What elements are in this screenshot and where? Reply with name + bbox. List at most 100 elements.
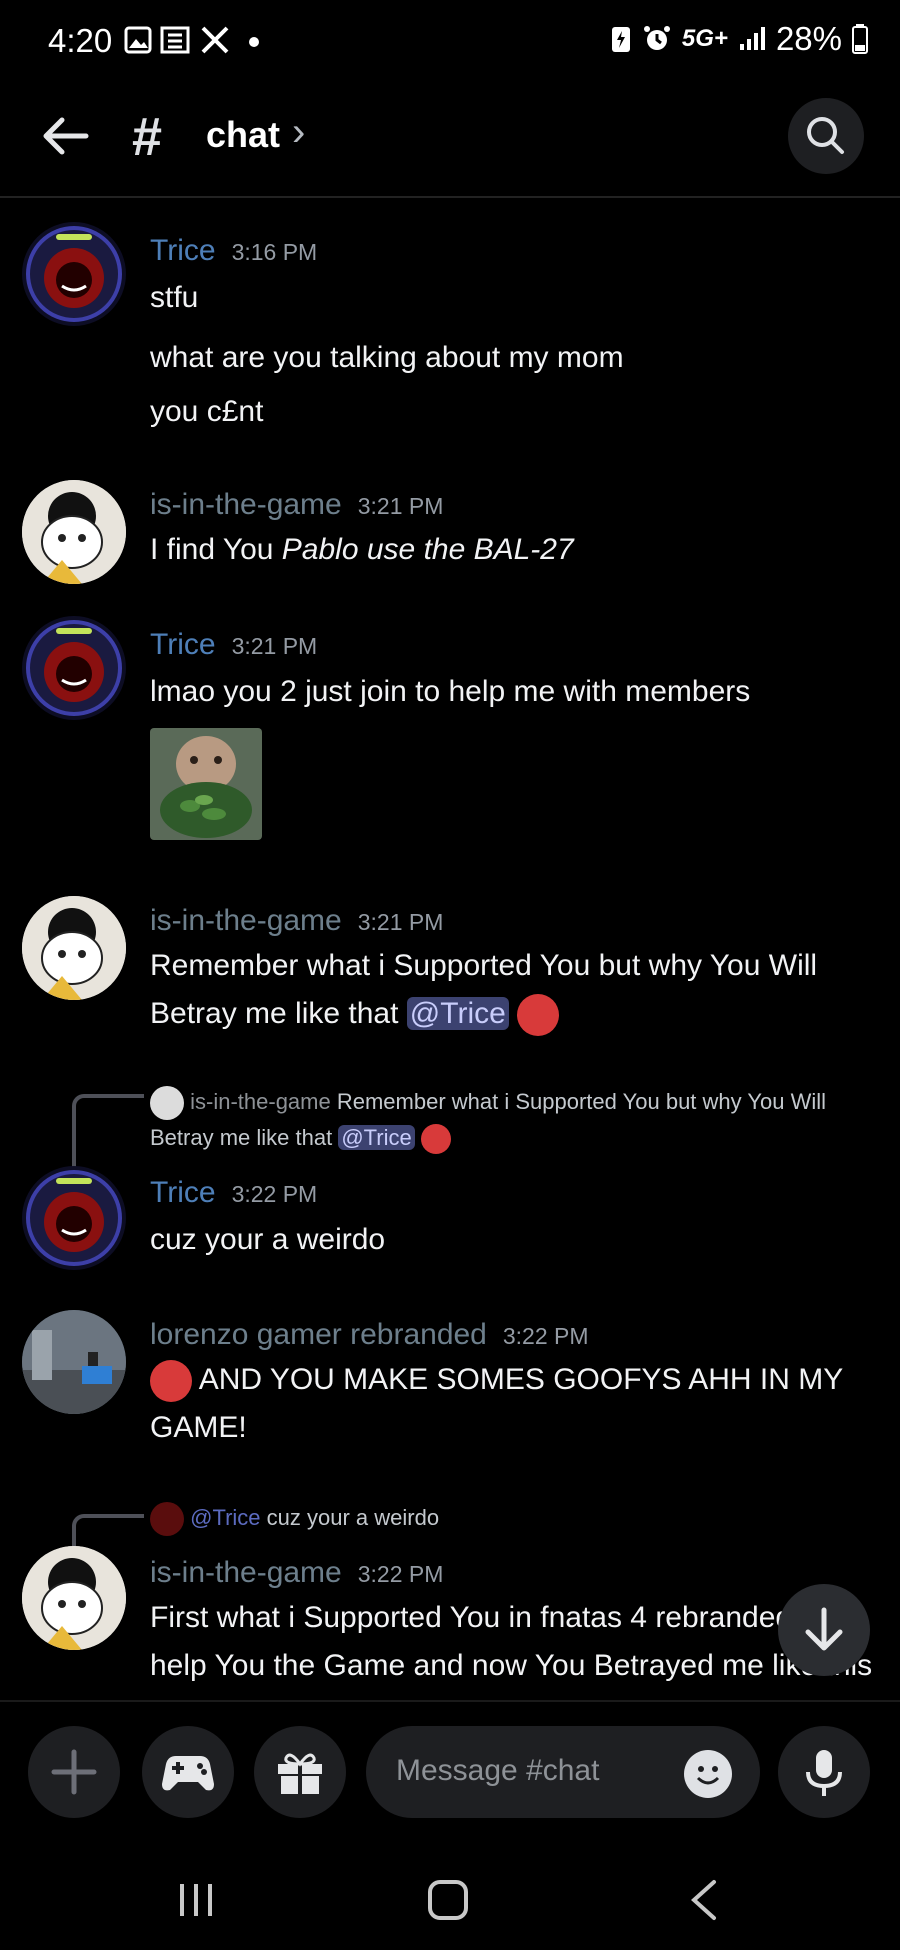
- user-mention[interactable]: @Trice: [406, 997, 509, 1030]
- reply-avatar: [150, 1502, 184, 1537]
- author-name[interactable]: lorenzo gamer rebranded: [150, 1318, 487, 1351]
- emoji-smile-icon: [696, 1766, 720, 1785]
- chevron-right-icon[interactable]: ›: [292, 110, 305, 155]
- reply-connector: [72, 1094, 144, 1168]
- trice-avatar-image: [26, 1170, 122, 1266]
- channel-header: # chat ›: [0, 84, 900, 198]
- user-mention[interactable]: @Trice: [338, 1125, 415, 1151]
- message-timestamp: 3:22 PM: [357, 1561, 444, 1587]
- attachment-image: [150, 728, 262, 840]
- angry-emoji-icon: [517, 994, 560, 1037]
- avatar-is-in-the-game[interactable]: [22, 480, 126, 584]
- arrow-down-icon: [805, 1607, 843, 1651]
- message-author[interactable]: is-in-the-game 3:21 PM: [150, 488, 443, 522]
- message-text: Remember what i Supported You but why Yo…: [150, 942, 880, 1038]
- attach-button[interactable]: [28, 1726, 120, 1818]
- system-nav-bar: [0, 1840, 900, 1950]
- gallery-icon: [124, 26, 152, 54]
- message-text: AND YOU MAKE SOMES GOOFYS AHH IN MY GAME…: [150, 1356, 880, 1452]
- author-name[interactable]: Trice: [150, 628, 216, 661]
- voice-message-button[interactable]: [778, 1726, 870, 1818]
- message-input[interactable]: Message #chat: [366, 1726, 760, 1818]
- nav-back-icon[interactable]: [684, 1878, 724, 1922]
- trice-avatar-image: [26, 226, 122, 322]
- message-text: stfu: [150, 281, 199, 314]
- reply-connector: [72, 1514, 144, 1548]
- network-label: 5G+: [681, 25, 728, 52]
- message-text-italic: Pablo use the BAL-27: [281, 533, 574, 566]
- gift-button[interactable]: [254, 1726, 346, 1818]
- reply-preview[interactable]: @Trice cuz your a weirdo: [150, 1500, 870, 1537]
- game-avatar-image: [22, 1546, 126, 1650]
- recent-apps-icon[interactable]: [176, 1880, 216, 1920]
- status-bar: 4:20 5G+ 28%: [0, 0, 900, 84]
- avatar-trice[interactable]: [22, 1166, 126, 1270]
- search-icon: [807, 117, 844, 154]
- message-text: what are you talking about my mom: [150, 341, 624, 374]
- message-text: cuz your a weirdo: [150, 1223, 386, 1256]
- message-timestamp: 3:21 PM: [357, 909, 444, 935]
- message-author[interactable]: Trice 3:21 PM: [150, 628, 317, 662]
- author-name[interactable]: Trice: [150, 234, 216, 267]
- battery-percent: 28%: [775, 20, 842, 57]
- avatar-lorenzo[interactable]: [22, 1310, 126, 1414]
- message-text-plain: I find You: [150, 533, 282, 566]
- alarm-icon: [643, 26, 670, 50]
- message-timestamp: 3:22 PM: [502, 1323, 589, 1349]
- message-text: I find You Pablo use the BAL-27: [150, 526, 880, 574]
- message-author[interactable]: Trice 3:16 PM: [150, 234, 317, 268]
- message-author[interactable]: lorenzo gamer rebranded 3:22 PM: [150, 1318, 589, 1352]
- lorenzo-avatar-image: [22, 1310, 126, 1414]
- microphone-icon: [806, 1750, 842, 1796]
- author-name[interactable]: is-in-the-game: [150, 1556, 342, 1589]
- message-image-attachment[interactable]: [150, 728, 262, 840]
- gift-icon: [278, 1753, 322, 1794]
- message-text: lmao you 2 just join to help me with mem…: [150, 675, 751, 708]
- author-name[interactable]: is-in-the-game: [150, 904, 342, 937]
- back-arrow-icon[interactable]: [40, 110, 92, 162]
- message-author[interactable]: Trice 3:22 PM: [150, 1176, 317, 1210]
- message-text: First what i Supported You in fnatas 4 r…: [150, 1601, 873, 1682]
- message-input-placeholder: Message #chat: [396, 1754, 600, 1787]
- message-timestamp: 3:21 PM: [357, 493, 444, 519]
- status-time: 4:20: [48, 22, 113, 59]
- message-text: you c£nt: [150, 395, 264, 428]
- battery-saver-icon: [611, 27, 630, 52]
- gamepad-icon: [162, 1756, 214, 1791]
- x-icon: [201, 26, 229, 54]
- emoji-picker-button[interactable]: [684, 1750, 732, 1798]
- avatar-is-in-the-game[interactable]: [22, 1546, 126, 1650]
- notification-dot-icon: [249, 37, 259, 47]
- avatar-trice[interactable]: [22, 616, 126, 720]
- reply-author[interactable]: is-in-the-game: [190, 1089, 331, 1114]
- reply-text: cuz your a weirdo: [266, 1505, 440, 1530]
- search-button[interactable]: [788, 98, 864, 174]
- reply-preview[interactable]: is-in-the-game Remember what i Supported…: [150, 1084, 870, 1156]
- plus-icon: [51, 1749, 97, 1795]
- message-composer: Message #chat: [0, 1700, 900, 1842]
- message-author[interactable]: is-in-the-game 3:21 PM: [150, 904, 443, 938]
- activities-button[interactable]: [142, 1726, 234, 1818]
- news-icon: [160, 26, 190, 54]
- status-icons: 5G+ 28%: [610, 20, 868, 58]
- battery-icon: [852, 24, 868, 54]
- message-author[interactable]: is-in-the-game 3:22 PM: [150, 1556, 443, 1590]
- message-text-body: AND YOU MAKE SOMES GOOFYS AHH IN MY GAME…: [150, 1363, 843, 1444]
- jump-to-latest-button[interactable]: [778, 1584, 870, 1676]
- game-avatar-image: [22, 896, 126, 1000]
- signal-icon: [739, 27, 765, 50]
- author-name[interactable]: Trice: [150, 1176, 216, 1209]
- message-timestamp: 3:21 PM: [231, 633, 318, 659]
- author-name[interactable]: is-in-the-game: [150, 488, 342, 521]
- avatar-trice[interactable]: [22, 222, 126, 326]
- angry-emoji-icon: [150, 1360, 192, 1403]
- avatar-is-in-the-game[interactable]: [22, 896, 126, 1000]
- angry-emoji-icon: [420, 1124, 451, 1155]
- reply-avatar: [150, 1086, 184, 1121]
- home-icon[interactable]: [426, 1878, 470, 1922]
- game-avatar-image: [22, 480, 126, 584]
- message-timestamp: 3:22 PM: [231, 1181, 318, 1207]
- reply-author[interactable]: @Trice: [190, 1505, 260, 1530]
- channel-name[interactable]: chat: [206, 114, 280, 156]
- message-timestamp: 3:16 PM: [231, 239, 318, 265]
